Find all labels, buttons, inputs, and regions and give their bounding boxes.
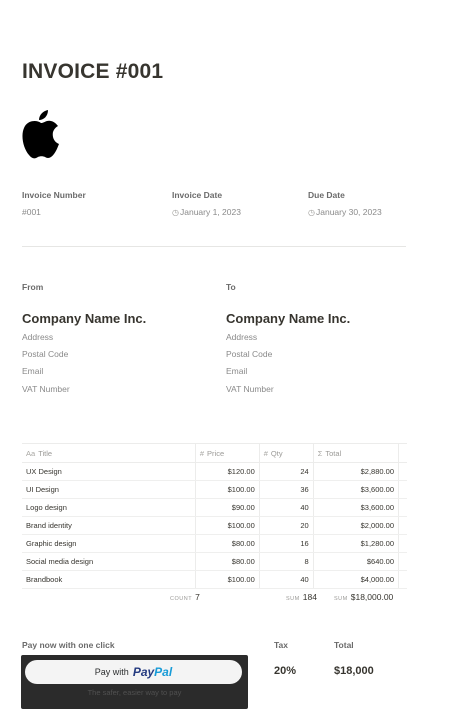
row-price-cell[interactable]: $90.00 bbox=[194, 498, 260, 517]
from-address: Address bbox=[22, 332, 54, 342]
count-label: COUNT bbox=[170, 596, 193, 602]
formula-icon: Σ bbox=[317, 448, 323, 458]
row-price-cell[interactable]: $80.00 bbox=[194, 534, 260, 553]
row-total-cell[interactable]: $640.00 bbox=[312, 552, 399, 571]
to-email: Email bbox=[226, 366, 248, 376]
row-price-cell[interactable]: $100.00 bbox=[194, 516, 260, 535]
row-title-cell[interactable]: UX Design bbox=[22, 462, 196, 481]
column-title-label: Title bbox=[38, 448, 53, 458]
table-row[interactable]: UI Design $100.00 36 $3,600.00 bbox=[22, 480, 407, 499]
row-total-cell[interactable]: $2,880.00 bbox=[312, 462, 399, 481]
table-row[interactable]: Logo design $90.00 40 $3,600.00 bbox=[22, 498, 407, 517]
row-title-cell[interactable]: Logo design bbox=[22, 498, 196, 517]
due-date-value[interactable]: January 30, 2023 bbox=[308, 207, 382, 217]
to-company: Company Name Inc. bbox=[226, 311, 351, 326]
invoice-number-value: #001 bbox=[22, 207, 41, 217]
row-title-cell[interactable]: Brandbook bbox=[22, 570, 196, 589]
apple-logo-icon bbox=[22, 110, 59, 159]
row-empty-cell bbox=[398, 480, 407, 499]
row-title-cell[interactable]: UI Design bbox=[22, 480, 196, 499]
row-qty-cell[interactable]: 24 bbox=[258, 462, 314, 481]
row-qty-cell[interactable]: 40 bbox=[258, 570, 314, 589]
row-empty-cell bbox=[398, 498, 407, 517]
table-row[interactable]: Graphic design $80.00 16 $1,280.00 bbox=[22, 534, 407, 553]
column-header-title[interactable]: Aa Title bbox=[22, 443, 196, 463]
total-sum-label: SUM bbox=[334, 596, 348, 602]
due-date-text: January 30, 2023 bbox=[315, 207, 382, 217]
invoice-date-value[interactable]: January 1, 2023 bbox=[172, 207, 241, 217]
tax-label: Tax bbox=[274, 640, 289, 650]
qty-sum-value: 184 bbox=[302, 592, 317, 602]
row-qty-cell[interactable]: 20 bbox=[258, 516, 314, 535]
paypal-logo-icon: PayPal bbox=[132, 665, 173, 679]
total-label: Total bbox=[334, 640, 354, 650]
row-price-cell[interactable]: $100.00 bbox=[194, 480, 260, 499]
to-address: Address bbox=[226, 332, 258, 342]
from-email: Email bbox=[22, 366, 44, 376]
column-total-label: Total bbox=[325, 448, 342, 458]
number-type-icon: # bbox=[199, 448, 205, 458]
row-qty-cell[interactable]: 16 bbox=[258, 534, 314, 553]
column-price-label: Price bbox=[207, 448, 225, 458]
column-header-qty[interactable]: # Qty bbox=[258, 443, 314, 463]
column-qty-label: Qty bbox=[270, 448, 283, 458]
row-total-cell[interactable]: $2,000.00 bbox=[312, 516, 399, 535]
invoice-date-label: Invoice Date bbox=[172, 190, 223, 200]
from-vat: VAT Number bbox=[22, 384, 70, 394]
column-header-total[interactable]: Σ Total bbox=[312, 443, 399, 463]
row-price-cell[interactable]: $100.00 bbox=[194, 570, 260, 589]
from-label: From bbox=[22, 282, 44, 292]
due-date-label: Due Date bbox=[308, 190, 345, 200]
row-qty-cell[interactable]: 40 bbox=[258, 498, 314, 517]
row-empty-cell bbox=[398, 552, 407, 571]
pay-now-label: Pay now with one click bbox=[22, 640, 115, 650]
row-empty-cell bbox=[398, 462, 407, 481]
row-qty-cell[interactable]: 36 bbox=[258, 480, 314, 499]
to-postal: Postal Code bbox=[226, 349, 273, 359]
row-title-cell[interactable]: Graphic design bbox=[22, 534, 196, 553]
to-vat: VAT Number bbox=[226, 384, 274, 394]
row-qty-cell[interactable]: 8 bbox=[258, 552, 314, 571]
row-total-cell[interactable]: $3,600.00 bbox=[312, 498, 399, 517]
count-value: 7 bbox=[195, 592, 200, 602]
invoice-title: INVOICE #001 bbox=[22, 60, 164, 83]
total-sum-value: $18,000.00 bbox=[350, 592, 394, 602]
invoice-date-text: January 1, 2023 bbox=[179, 207, 241, 217]
from-company: Company Name Inc. bbox=[22, 311, 147, 326]
row-total-cell[interactable]: $1,280.00 bbox=[312, 534, 399, 553]
tax-value: 20% bbox=[274, 665, 297, 677]
row-empty-cell bbox=[398, 570, 407, 589]
column-header-price[interactable]: # Price bbox=[194, 443, 260, 463]
text-type-icon: Aa bbox=[26, 448, 36, 458]
qty-sum-summary[interactable]: SUM 184 bbox=[286, 592, 317, 602]
total-sum-summary[interactable]: SUM $18,000.00 bbox=[334, 592, 393, 602]
divider bbox=[22, 246, 406, 247]
items-table: Aa Title # Price # Qty Σ Total UX Design $120… bbox=[22, 443, 407, 589]
table-row[interactable]: Social media design $80.00 8 $640.00 bbox=[22, 552, 407, 571]
count-summary[interactable]: COUNT 7 bbox=[170, 592, 200, 602]
paypal-tagline: The safer, easier way to pay bbox=[87, 688, 182, 697]
table-row[interactable]: UX Design $120.00 24 $2,880.00 bbox=[22, 462, 407, 481]
table-row[interactable]: Brandbook $100.00 40 $4,000.00 bbox=[22, 570, 407, 589]
from-postal: Postal Code bbox=[22, 349, 69, 359]
row-total-cell[interactable]: $3,600.00 bbox=[312, 480, 399, 499]
row-price-cell[interactable]: $80.00 bbox=[194, 552, 260, 571]
to-label: To bbox=[226, 282, 236, 292]
column-header-empty bbox=[398, 443, 407, 463]
row-price-cell[interactable]: $120.00 bbox=[194, 462, 260, 481]
table-row[interactable]: Brand identity $100.00 20 $2,000.00 bbox=[22, 516, 407, 535]
row-empty-cell bbox=[398, 516, 407, 535]
row-title-cell[interactable]: Social media design bbox=[22, 552, 196, 571]
qty-sum-label: SUM bbox=[286, 596, 300, 602]
row-total-cell[interactable]: $4,000.00 bbox=[312, 570, 399, 589]
paypal-button-prefix: Pay with bbox=[94, 667, 129, 677]
total-value: $18,000 bbox=[334, 665, 374, 677]
row-title-cell[interactable]: Brand identity bbox=[22, 516, 196, 535]
paypal-button[interactable]: Pay with PayPal bbox=[25, 660, 242, 684]
number-type-icon: # bbox=[263, 448, 268, 458]
invoice-number-label: Invoice Number bbox=[22, 190, 86, 200]
paypal-widget: Pay with PayPal The safer, easier way to… bbox=[21, 655, 248, 709]
row-empty-cell bbox=[398, 534, 407, 553]
